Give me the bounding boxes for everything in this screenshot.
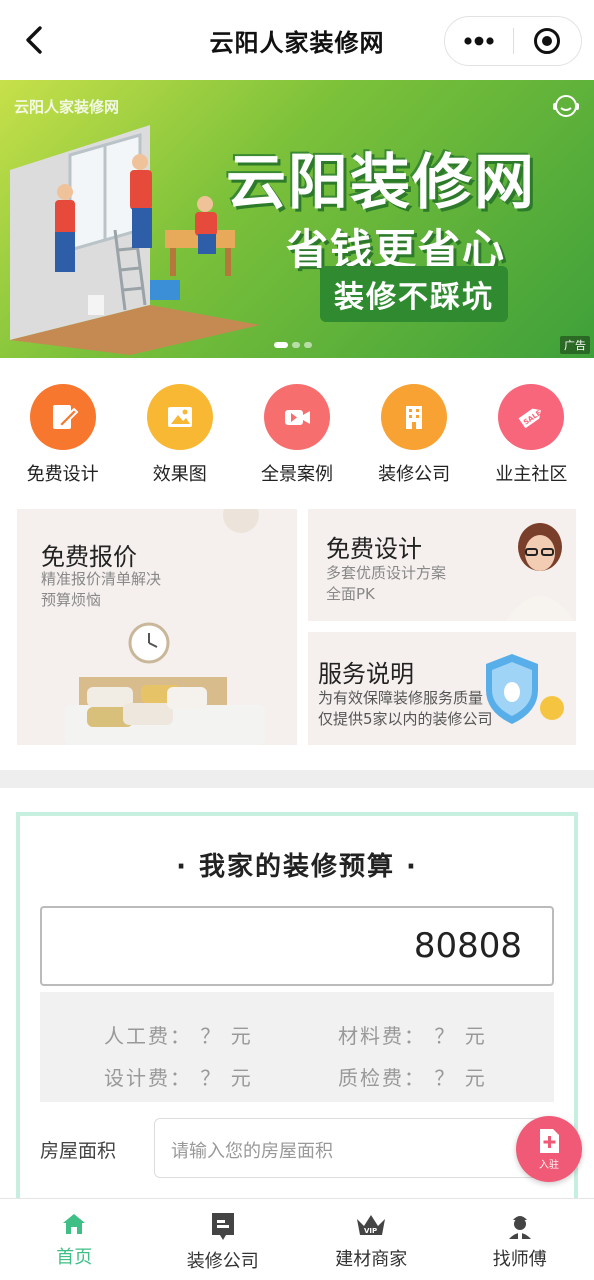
tab-label: 建材商家: [335, 1249, 408, 1270]
promo-banner[interactable]: 云阳人家装修网 云阳装修网 省钱更省心 装修不踩坑 广告: [0, 80, 594, 358]
company-icon: [211, 1213, 234, 1240]
banner-tagline: 装修不踩坑: [320, 266, 508, 322]
inspection-fee: 质检费： ？ 元: [338, 1066, 487, 1090]
back-button[interactable]: [14, 20, 54, 60]
entry-label: 装修公司: [378, 464, 451, 485]
card-desc-line2: 仅提供5家以内的装修公司: [318, 710, 493, 728]
join-button[interactable]: 入驻: [516, 1116, 582, 1182]
join-label: 入驻: [539, 1160, 559, 1171]
design-fee: 设计费： ？ 元: [104, 1066, 253, 1090]
svg-text:VIP: VIP: [364, 1227, 377, 1235]
service-info-card[interactable]: 服务说明 为有效保障装修服务质量 仅提供5家以内的装修公司: [308, 632, 576, 745]
carousel-indicator: [274, 342, 312, 348]
picture-icon: [146, 384, 213, 450]
carousel-dot: [304, 342, 312, 348]
entry-panorama-cases[interactable]: 全景案例: [242, 384, 352, 494]
material-fee: 材料费： ？ 元: [338, 1024, 487, 1048]
card-desc-line1: 多套优质设计方案: [326, 564, 447, 582]
chevron-left-icon: [26, 26, 42, 54]
add-document-icon: [540, 1129, 559, 1153]
more-dots-icon: [464, 36, 494, 46]
entry-label: 效果图: [152, 464, 207, 485]
budget-heading: · 我家的装修预算 ·: [176, 852, 418, 882]
vip-crown-icon: VIP: [357, 1215, 386, 1235]
bottom-tab-bar: 首页 装修公司 VIP 建材商家 找师傅: [0, 1198, 594, 1280]
quick-entry-row: 免费设计 效果图 全景案例 装修公司 SALE 业主社区: [0, 384, 594, 494]
area-input[interactable]: 请输入您的房屋面积: [154, 1118, 554, 1178]
more-button[interactable]: [445, 17, 513, 65]
carousel-dot: [292, 342, 300, 348]
sale-tag-icon: SALE: [498, 384, 565, 450]
labor-fee: 人工费： ？ 元: [104, 1024, 253, 1048]
entry-label: 免费设计: [26, 464, 99, 485]
card-desc-line1: 为有效保障装修服务质量: [318, 689, 484, 707]
entry-free-design[interactable]: 免费设计: [8, 384, 118, 494]
tab-label: 找师傅: [492, 1249, 547, 1270]
budget-calculator: · 我家的装修预算 · 80808 人工费： ？ 元 材料费： ？ 元 设计费：…: [16, 812, 578, 1212]
carousel-dot-active: [274, 342, 288, 348]
ad-label: 广告: [560, 336, 590, 354]
area-label: 房屋面积: [40, 1140, 117, 1162]
tab-home[interactable]: 首页: [0, 1199, 149, 1280]
video-camera-icon: [263, 384, 330, 450]
fee-breakdown: 人工费： ？ 元 材料费： ？ 元 设计费： ？ 元 质检费： ？ 元: [40, 992, 554, 1102]
designer-avatar: [506, 523, 574, 621]
entry-label: 业主社区: [495, 464, 568, 485]
home-icon: [63, 1214, 86, 1234]
entry-owner-community[interactable]: SALE 业主社区: [476, 384, 586, 494]
free-quote-card[interactable]: 免费报价 精准报价清单解决 预算烦恼: [17, 509, 297, 745]
tab-label: 首页: [56, 1247, 93, 1268]
bedroom-illustration: [65, 509, 265, 745]
tab-find-worker[interactable]: 找师傅: [446, 1199, 594, 1280]
page-title: 云阳人家装修网: [209, 28, 385, 57]
mini-program-capsule: [444, 16, 582, 66]
card-desc-line2: 全面PK: [326, 585, 375, 603]
card-title: 免费设计: [326, 535, 422, 563]
building-icon: [381, 384, 448, 450]
entry-effect-images[interactable]: 效果图: [125, 384, 235, 494]
section-divider: [0, 770, 594, 788]
shield-icon: [486, 654, 564, 724]
worker-icon: [508, 1216, 531, 1239]
budget-display: 80808: [40, 906, 554, 986]
card-title: 服务说明: [318, 660, 414, 688]
banner-headline: 云阳装修网: [226, 148, 536, 218]
free-design-card[interactable]: 免费设计 多套优质设计方案 全面PK: [308, 509, 576, 621]
customer-service-icon: [553, 95, 579, 117]
tab-material-merchants[interactable]: VIP 建材商家: [297, 1199, 446, 1280]
tab-decoration-companies[interactable]: 装修公司: [149, 1199, 298, 1280]
entry-decoration-companies[interactable]: 装修公司: [359, 384, 469, 494]
page: 云阳人家装修网 云阳人家装修网 云阳装修网 省钱更省心 装修不踩坑 广告 免费设…: [0, 0, 594, 1280]
target-circle-icon: [534, 28, 561, 54]
tab-label: 装修公司: [186, 1251, 259, 1272]
pen-paper-icon: [29, 384, 96, 450]
banner-brand: 云阳人家装修网: [14, 98, 120, 116]
entry-label: 全景案例: [260, 464, 333, 485]
close-program-button[interactable]: [514, 17, 582, 65]
top-bar: 云阳人家装修网: [0, 0, 594, 80]
